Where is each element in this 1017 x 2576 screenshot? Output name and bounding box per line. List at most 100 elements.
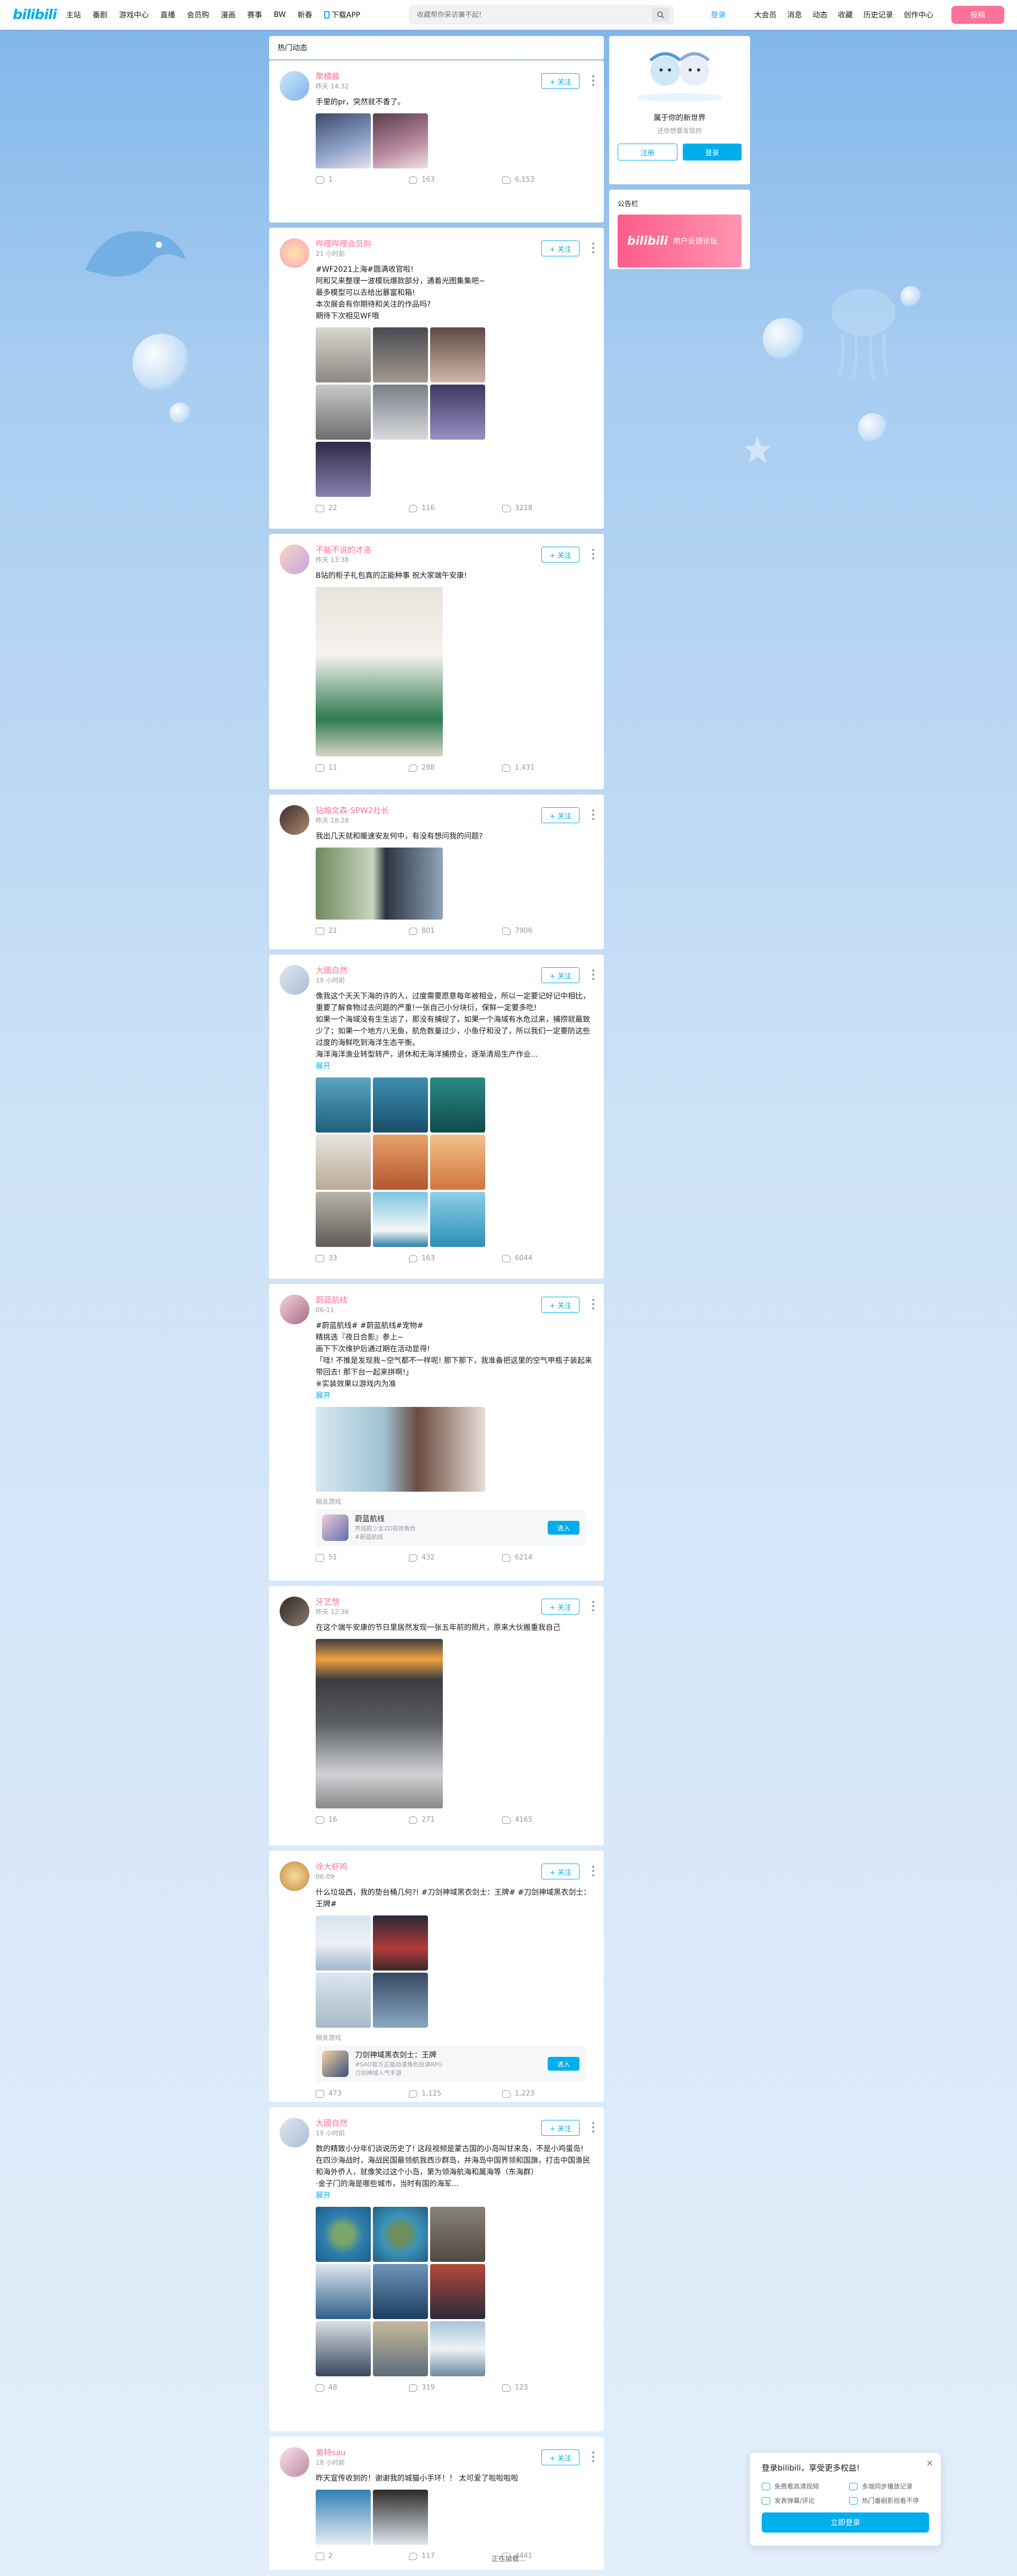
post-image[interactable] [316,2321,371,2376]
comment-button[interactable]: 288 [409,764,502,772]
more-icon[interactable] [592,1601,594,1611]
avatar[interactable] [280,238,309,268]
related-game-card[interactable]: 蔚蓝航线 养成舰少女2D视效角色 #蔚蓝航线 进入 [316,1509,586,1546]
post-image[interactable] [373,1077,428,1133]
follow-button[interactable]: + 关注 [541,1599,579,1615]
post-image[interactable] [316,1192,371,1247]
share-button[interactable]: 11 [316,764,409,772]
comment-button[interactable]: 271 [409,1816,502,1824]
comment-button[interactable]: 116 [409,504,502,512]
post-image[interactable] [373,385,428,440]
like-button[interactable]: 1,431 [502,764,595,772]
nav-item-bw[interactable]: BW [274,11,286,19]
post-image[interactable] [316,2264,371,2319]
more-icon[interactable] [592,809,594,820]
like-button[interactable]: 123 [502,2384,595,2392]
avatar[interactable] [280,2118,309,2147]
like-button[interactable]: 4165 [502,1816,595,1824]
nav-item-anime[interactable]: 番剧 [93,10,108,20]
expand-link[interactable]: 展开 [316,1060,595,1072]
post-image[interactable] [316,1639,443,1808]
avatar[interactable] [280,1597,309,1626]
nav-item-esports[interactable]: 赛事 [247,10,262,20]
post-image[interactable] [373,2490,428,2545]
post-image[interactable] [430,1077,485,1133]
avatar[interactable] [280,1861,309,1891]
follow-button[interactable]: + 关注 [541,240,579,256]
avatar[interactable] [280,1295,309,1324]
related-game-card[interactable]: 刀剑神域黑衣剑士：王牌 #SAO官方正版动漫角色扮演RPG 刀剑神域人气手游 进… [316,2045,586,2082]
post-image[interactable] [373,2207,428,2262]
nav-vip[interactable]: 大会员 [754,10,777,20]
feed-tab-hot[interactable]: 热门动态 [269,36,604,59]
popup-login-button[interactable]: 立即登录 [762,2512,929,2533]
post-image[interactable] [316,2207,371,2262]
enter-game-button[interactable]: 进入 [548,1521,579,1535]
follow-button[interactable]: + 关注 [541,1864,579,1879]
comment-button[interactable]: 319 [409,2384,502,2392]
more-icon[interactable] [592,2122,594,2133]
avatar[interactable] [280,965,309,995]
follow-button[interactable]: + 关注 [541,2120,579,2136]
nav-favorites[interactable]: 收藏 [838,10,853,20]
post-image[interactable] [430,2321,485,2376]
post-image[interactable] [316,1135,371,1190]
nav-item-home[interactable]: 主站 [66,10,81,20]
post-image[interactable] [430,1192,485,1247]
like-button[interactable]: 3218 [502,504,595,512]
post-image[interactable] [316,1077,371,1133]
like-button[interactable]: 6044 [502,1254,595,1262]
comment-button[interactable]: 163 [409,1254,502,1262]
share-button[interactable]: 1 [316,176,409,184]
post-image[interactable] [430,2264,485,2319]
download-app-link[interactable]: 下载APP [324,10,360,20]
like-button[interactable]: 7906 [502,927,595,935]
comment-button[interactable]: 1,125 [409,2090,502,2098]
share-button[interactable]: 21 [316,927,409,935]
avatar[interactable] [280,71,309,101]
more-icon[interactable] [592,75,594,86]
post-image[interactable] [316,2490,371,2545]
post-image[interactable] [316,442,371,497]
avatar[interactable] [280,545,309,574]
follow-button[interactable]: + 关注 [541,807,579,823]
search-input[interactable] [417,11,652,19]
post-image[interactable] [316,1973,371,2028]
follow-button[interactable]: + 关注 [541,1297,579,1313]
like-button[interactable]: 1,223 [502,2090,595,2098]
register-button[interactable]: 注册 [618,144,677,161]
nav-creator-center[interactable]: 创作中心 [904,10,933,20]
post-image[interactable] [316,587,443,756]
nav-item-manga[interactable]: 漫画 [221,10,236,20]
share-button[interactable]: 16 [316,1816,409,1824]
more-icon[interactable] [592,243,594,253]
nav-item-game-center[interactable]: 游戏中心 [119,10,149,20]
follow-button[interactable]: + 关注 [541,547,579,563]
post-image[interactable] [373,1135,428,1190]
nav-item-event[interactable]: 新春 [298,10,313,20]
header-login-link[interactable]: 登录 [711,10,726,20]
post-image[interactable] [373,1915,428,1971]
like-button[interactable]: 6,153 [502,176,595,184]
feedback-forum-banner[interactable]: bilibili 用户反馈论坛 [618,215,742,268]
post-image[interactable] [373,2264,428,2319]
share-button[interactable]: 48 [316,2384,409,2392]
post-image[interactable] [316,1915,371,1971]
follow-button[interactable]: + 关注 [541,73,579,89]
post-image[interactable] [316,327,371,382]
share-button[interactable]: 33 [316,1254,409,1262]
post-image[interactable] [430,2207,485,2262]
nav-dynamics[interactable]: 动态 [813,10,827,20]
post-image[interactable] [316,1407,485,1492]
login-button[interactable]: 登录 [683,144,742,161]
post-image[interactable] [430,1135,485,1190]
bilibili-logo[interactable]: bilibili [13,7,57,23]
expand-link[interactable]: 展开 [316,2190,595,2201]
more-icon[interactable] [592,1299,594,1309]
post-image[interactable] [373,1973,428,2028]
more-icon[interactable] [592,969,594,980]
follow-button[interactable]: + 关注 [541,967,579,983]
comment-button[interactable]: 163 [409,176,502,184]
close-icon[interactable]: × [926,2458,933,2468]
share-button[interactable]: 22 [316,504,409,512]
